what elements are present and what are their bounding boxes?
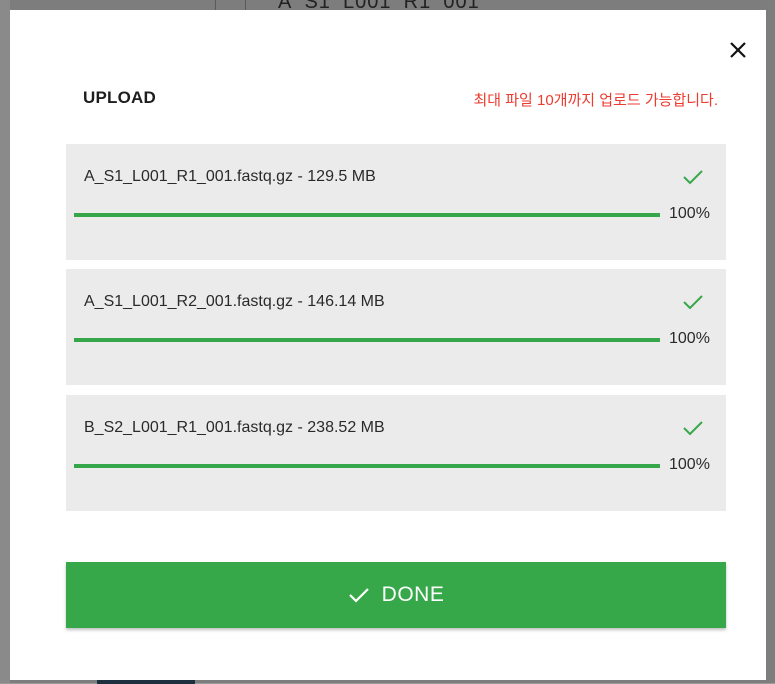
file-name: A_S1_L001_R2_001.fastq.gz - 146.14 MB xyxy=(84,293,385,310)
done-button[interactable]: DONE xyxy=(66,562,726,628)
upload-limit-notice: 최대 파일 10개까지 업로드 가능합니다. xyxy=(473,92,718,109)
file-name: A_S1_L001_R1_001.fastq.gz - 129.5 MB xyxy=(84,168,376,185)
progress-bar xyxy=(74,464,660,468)
done-button-label: DONE xyxy=(381,583,445,606)
progress-bar xyxy=(74,213,660,217)
progress-bar xyxy=(74,338,660,342)
file-name: B_S2_L001_R1_001.fastq.gz - 238.52 MB xyxy=(84,419,385,436)
check-icon xyxy=(682,168,704,186)
background-sidebar xyxy=(0,0,10,683)
check-icon xyxy=(348,586,370,604)
modal-title: UPLOAD xyxy=(83,88,156,107)
close-icon[interactable] xyxy=(726,38,750,62)
progress-percent: 100% xyxy=(669,330,710,347)
upload-modal: UPLOAD 최대 파일 10개까지 업로드 가능합니다. A_S1_L001_… xyxy=(10,10,766,680)
file-item: A_S1_L001_R2_001.fastq.gz - 146.14 MB 10… xyxy=(66,269,726,385)
file-item: B_S2_L001_R1_001.fastq.gz - 238.52 MB 10… xyxy=(66,395,726,511)
progress-percent: 100% xyxy=(669,205,710,222)
file-item: A_S1_L001_R1_001.fastq.gz - 129.5 MB 100… xyxy=(66,144,726,260)
progress-percent: 100% xyxy=(669,456,710,473)
check-icon xyxy=(682,293,704,311)
check-icon xyxy=(682,419,704,437)
